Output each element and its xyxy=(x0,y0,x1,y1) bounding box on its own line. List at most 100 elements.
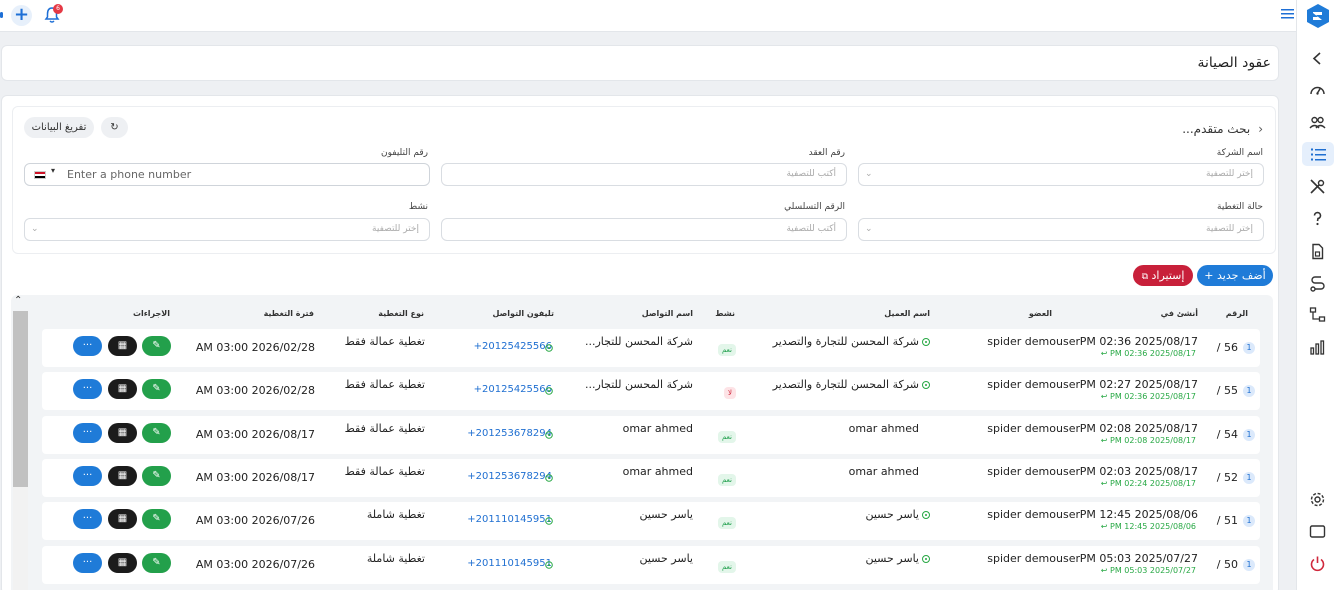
contact-phone-link[interactable]: +201110145951 xyxy=(467,514,552,525)
coverage-type: تغطية عمالة فقط xyxy=(344,335,425,348)
edit-button[interactable]: ✎ xyxy=(142,379,171,399)
view-button[interactable]: ▦ xyxy=(108,466,137,486)
edit-button[interactable]: ✎ xyxy=(142,553,171,573)
contact-phone-link[interactable]: +20125425566 xyxy=(474,341,552,352)
reports-chart-icon[interactable] xyxy=(1309,339,1326,356)
document-icon[interactable] xyxy=(1309,243,1326,260)
view-button[interactable]: ▦ xyxy=(108,553,137,573)
table-row[interactable]: 1 54 / PM 02:08 2025/08/17 PM 02:08 2025/08… xyxy=(42,416,1260,454)
contact-phone-link[interactable]: +201253678294 xyxy=(467,428,552,439)
import-icon: ⧉ xyxy=(1141,272,1148,282)
window-icon[interactable] xyxy=(1309,523,1326,540)
whatsapp-icon[interactable] xyxy=(545,517,553,525)
more-options-button[interactable]: ··· xyxy=(73,509,102,529)
add-new-button[interactable]: أضف جديد + xyxy=(1197,265,1273,286)
contract-number-input[interactable]: أكتب للتصفية xyxy=(441,163,847,186)
client-name[interactable]: omar ahmed xyxy=(849,422,919,435)
row-number: 52 / xyxy=(1216,471,1238,484)
more-options-button[interactable]: ··· xyxy=(73,423,102,443)
more-options-button[interactable]: ··· xyxy=(73,379,102,399)
help-icon[interactable] xyxy=(1309,210,1326,227)
edit-button[interactable]: ✎ xyxy=(142,336,171,356)
collapse-chevron-icon[interactable] xyxy=(1309,50,1326,67)
col-member[interactable]: العضو xyxy=(1029,309,1052,318)
calculator-icon: ▦ xyxy=(117,557,128,568)
edit-button[interactable]: ✎ xyxy=(142,509,171,529)
advanced-search-toggle[interactable]: ‹ بحث متقدم... xyxy=(1182,122,1263,136)
pen-icon: ✎ xyxy=(152,513,161,524)
edit-button[interactable]: ✎ xyxy=(142,423,171,443)
view-button[interactable]: ▦ xyxy=(108,379,137,399)
client-name[interactable]: ياسر حسين xyxy=(865,508,919,521)
table-row[interactable]: 1 52 / PM 02:03 2025/08/17 PM 02:24 2025/08… xyxy=(42,459,1260,497)
col-created-at[interactable]: أنشئ في xyxy=(1161,309,1198,318)
whatsapp-icon[interactable] xyxy=(545,561,553,569)
more-dots-icon: ··· xyxy=(82,340,93,351)
col-client-name[interactable]: اسم العميل xyxy=(884,309,930,318)
tools-icon[interactable] xyxy=(1309,178,1326,195)
more-dots-icon: ··· xyxy=(82,557,93,568)
menu-icon[interactable] xyxy=(1281,8,1294,20)
advanced-search-panel: ‹ بحث متقدم... ↻ تفريغ البيانات اسم الشر… xyxy=(12,106,1276,254)
dashboard-icon[interactable] xyxy=(1309,82,1326,99)
col-actions[interactable]: الاجراءات xyxy=(133,309,170,318)
table-row[interactable]: 1 56 / PM 02:36 2025/08/17 PM 02:36 2025/08… xyxy=(42,329,1260,367)
contact-phone-link[interactable]: +20125425566 xyxy=(474,384,552,395)
egypt-flag-icon[interactable] xyxy=(34,171,46,179)
view-button[interactable]: ▦ xyxy=(108,509,137,529)
col-number[interactable]: الرقم xyxy=(1226,309,1248,318)
contact-phone-link[interactable]: +201110145951 xyxy=(467,558,552,569)
col-contact-name[interactable]: اسم التواصل xyxy=(642,309,693,318)
refresh-button[interactable]: ↻ xyxy=(101,117,128,138)
col-active[interactable]: نشط xyxy=(715,309,735,318)
company-name-select[interactable]: إختر للتصفية ⌄ xyxy=(858,163,1264,186)
active-select[interactable]: إختر للتصفية ⌄ xyxy=(24,218,430,241)
table-row[interactable]: 1 51 / PM 12:45 2025/08/06 PM 12:45 2025/08… xyxy=(42,502,1260,540)
col-coverage-type[interactable]: نوع التغطية xyxy=(378,309,424,318)
vertical-scrollbar[interactable] xyxy=(13,311,28,590)
users-icon[interactable] xyxy=(1309,114,1326,131)
whatsapp-icon[interactable] xyxy=(545,431,553,439)
add-icon[interactable]: + xyxy=(11,5,32,26)
view-button[interactable]: ▦ xyxy=(108,336,137,356)
coverage-status-select[interactable]: إختر للتصفية ⌄ xyxy=(858,218,1264,241)
app-logo-icon[interactable] xyxy=(1306,3,1330,29)
whatsapp-icon[interactable] xyxy=(545,387,553,395)
whatsapp-icon[interactable] xyxy=(545,344,553,352)
logout-power-icon[interactable] xyxy=(1309,555,1326,572)
phone-number-input[interactable]: ▾ Enter a phone number xyxy=(24,163,430,186)
country-dropdown-caret-icon[interactable]: ▾ xyxy=(51,166,55,175)
col-coverage-period[interactable]: فترة التغطية xyxy=(264,309,314,318)
view-button[interactable]: ▦ xyxy=(108,423,137,443)
member-name: spider demouser xyxy=(987,422,1080,435)
page-title: عقود الصيانة xyxy=(1197,55,1271,71)
client-name[interactable]: ياسر حسين xyxy=(865,552,919,565)
table-row[interactable]: 1 55 / PM 02:27 2025/08/17 PM 02:36 2025/08… xyxy=(42,372,1260,410)
clear-data-button[interactable]: تفريغ البيانات xyxy=(24,117,94,138)
row-number: 51 / xyxy=(1216,514,1238,527)
edit-button[interactable]: ✎ xyxy=(142,466,171,486)
client-name[interactable]: شركة المحسن للتجارة والتصدير xyxy=(773,378,919,391)
more-options-button[interactable]: ··· xyxy=(73,466,102,486)
import-button[interactable]: إستيراد ⧉ xyxy=(1133,265,1193,286)
whatsapp-icon[interactable] xyxy=(545,474,553,482)
client-name[interactable]: شركة المحسن للتجارة والتصدير xyxy=(773,335,919,348)
settings-gear-icon[interactable] xyxy=(1309,491,1326,508)
pen-icon: ✎ xyxy=(152,557,161,568)
contact-phone-link[interactable]: +201253678294 xyxy=(467,471,552,482)
scroll-up-chevron-icon[interactable]: ⌃ xyxy=(14,295,22,306)
contact-name: ياسر حسين xyxy=(639,508,693,521)
list-icon[interactable] xyxy=(1302,142,1334,166)
workflow-icon[interactable] xyxy=(1309,306,1326,323)
table-row[interactable]: 1 50 / PM 05:03 2025/07/27 PM 05:03 2025/07… xyxy=(42,546,1260,584)
member-name: spider demouser xyxy=(987,508,1080,521)
serial-number-input[interactable]: أكتب للتصفية xyxy=(441,218,847,241)
created-at: PM 12:45 2025/08/06 xyxy=(1079,508,1198,521)
more-options-button[interactable]: ··· xyxy=(73,553,102,573)
client-name[interactable]: omar ahmed xyxy=(849,465,919,478)
col-contact-phone[interactable]: تليفون التواصل xyxy=(492,309,554,318)
scrollbar-thumb[interactable] xyxy=(13,311,28,487)
more-options-button[interactable]: ··· xyxy=(73,336,102,356)
route-icon[interactable] xyxy=(1309,276,1326,293)
pen-icon: ✎ xyxy=(152,427,161,438)
